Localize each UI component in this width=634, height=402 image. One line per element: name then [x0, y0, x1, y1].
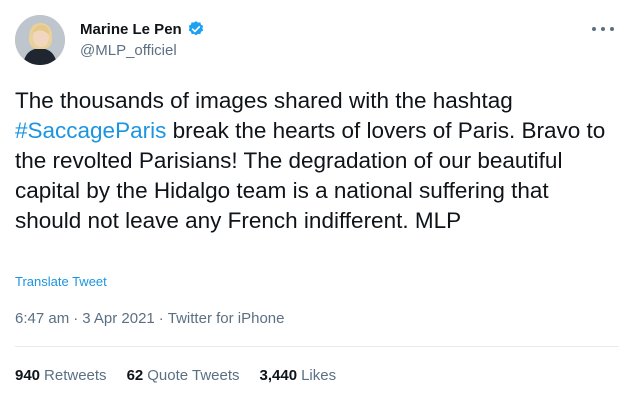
author-avatar[interactable] [15, 15, 65, 65]
quote-tweets-label: Quote Tweets [147, 367, 240, 384]
tweet-text-part1: The thousands of images shared with the … [15, 88, 513, 113]
author-name-row: Marine Le Pen [80, 20, 205, 38]
engagement-stats: 940 Retweets 62 Quote Tweets 3,440 Likes [15, 367, 356, 384]
author-display-name[interactable]: Marine Le Pen [80, 21, 182, 38]
tweet-date[interactable]: 3 Apr 2021 [82, 310, 155, 327]
translate-tweet-link[interactable]: Translate Tweet [15, 274, 107, 289]
retweets-stat[interactable]: 940 Retweets [15, 367, 107, 384]
separator-dot: · [73, 310, 79, 327]
divider [15, 346, 619, 347]
tweet-source[interactable]: Twitter for iPhone [168, 310, 285, 327]
hashtag-link[interactable]: #SaccageParis [15, 118, 166, 143]
separator-dot: · [158, 310, 164, 327]
quote-tweets-count: 62 [126, 367, 144, 384]
tweet-text: The thousands of images shared with the … [15, 86, 620, 236]
profile-photo-icon [15, 15, 65, 65]
likes-label: Likes [301, 367, 337, 384]
tweet-card: Marine Le Pen @MLP_officiel The thousand… [0, 0, 634, 402]
tweet-time[interactable]: 6:47 am [15, 310, 69, 327]
author-handle[interactable]: @MLP_officiel [80, 42, 177, 59]
verified-badge-icon [187, 20, 205, 38]
retweets-label: Retweets [44, 367, 107, 384]
more-options-icon[interactable] [592, 22, 614, 36]
likes-stat[interactable]: 3,440 Likes [260, 367, 337, 384]
likes-count: 3,440 [259, 367, 298, 384]
tweet-metadata: 6:47 am · 3 Apr 2021 · Twitter for iPhone [15, 310, 284, 327]
quote-tweets-stat[interactable]: 62 Quote Tweets [127, 367, 240, 384]
retweets-count: 940 [15, 367, 41, 384]
